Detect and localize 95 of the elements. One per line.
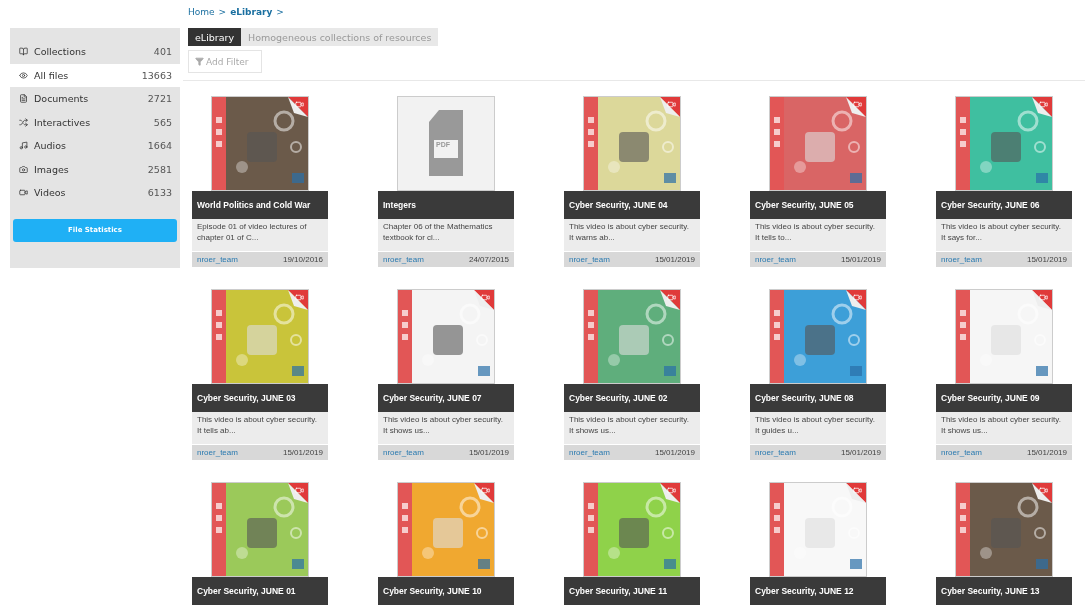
category-count: 565	[153, 116, 172, 128]
video-camera-icon	[1039, 293, 1048, 302]
category-count: 2581	[147, 163, 172, 175]
sidebar-item[interactable]: Images 2581	[10, 157, 180, 181]
video-camera-icon	[667, 100, 676, 109]
video-camera-icon	[853, 293, 862, 302]
card-title[interactable]: Cyber Security, JUNE 02	[564, 384, 700, 412]
card-description: This video is about cyber security. It says for...	[936, 219, 1072, 251]
card-title[interactable]: Cyber Security, JUNE 13	[936, 577, 1072, 605]
author-link[interactable]: nroer_team	[383, 448, 424, 457]
card-description: Episode 01 of video lectures of chapter 01 of C...	[192, 219, 328, 251]
sidebar-item[interactable]: Audios 1664	[10, 134, 180, 158]
card-description: This video is about cyber security. It warns ab...	[564, 219, 700, 251]
video-camera-icon	[295, 100, 304, 109]
video-camera-icon	[481, 486, 490, 495]
card-title[interactable]: Cyber Security, JUNE 12	[750, 577, 886, 605]
breadcrumb-separator: >	[218, 7, 227, 17]
card-title[interactable]: Cyber Security, JUNE 11	[564, 577, 700, 605]
card-title[interactable]: Cyber Security, JUNE 01	[192, 577, 328, 605]
card-date: 15/01/2019	[840, 448, 881, 457]
author-link[interactable]: nroer_team	[383, 255, 424, 264]
video-camera-icon	[667, 293, 676, 302]
card-title[interactable]: Cyber Security, JUNE 04	[564, 191, 700, 219]
author-link[interactable]: nroer_team	[569, 448, 610, 457]
author-link[interactable]: nroer_team	[197, 255, 238, 264]
card-description: This video is about cyber security. It shows us...	[564, 412, 700, 444]
video-camera-icon	[1039, 486, 1048, 495]
category-label: Documents	[34, 93, 90, 105]
card-title[interactable]: Cyber Security, JUNE 07	[378, 384, 514, 412]
category-count: 2721	[147, 93, 172, 105]
card-date: 15/01/2019	[654, 448, 695, 457]
card-description: Chapter 06 of the Mathematics textbook for cl...	[378, 219, 514, 251]
author-link[interactable]: nroer_team	[197, 448, 238, 457]
category-count: 1664	[147, 140, 172, 152]
category-icon	[19, 188, 28, 198]
card-date: 15/01/2019	[282, 448, 323, 457]
author-link[interactable]: nroer_team	[941, 255, 982, 264]
category-icon	[19, 117, 28, 127]
author-link[interactable]: nroer_team	[569, 255, 610, 264]
card-title[interactable]: Integers	[378, 191, 514, 219]
sidebar-item[interactable]: Interactives 565	[10, 110, 180, 134]
card-date: 19/10/2016	[282, 255, 323, 264]
card-date: 15/01/2019	[840, 255, 881, 264]
card-description: This video is about cyber security. It guides u...	[750, 412, 886, 444]
video-camera-icon	[853, 100, 862, 109]
card-description: This video is about cyber security. It shows us...	[378, 412, 514, 444]
card-date: 15/01/2019	[1026, 255, 1067, 264]
video-camera-icon	[295, 486, 304, 495]
breadcrumb-link[interactable]: eLibrary	[230, 7, 273, 17]
category-icon	[19, 164, 28, 174]
sidebar-item[interactable]: All files 13663	[10, 63, 180, 87]
card-description: This video is about cyber security. It tells ab...	[192, 412, 328, 444]
card-title[interactable]: Cyber Security, JUNE 10	[378, 577, 514, 605]
category-count: 13663	[141, 69, 172, 81]
sidebar-item[interactable]: Videos 6133	[10, 181, 180, 205]
filter-icon	[195, 57, 204, 66]
breadcrumb-separator: >	[276, 7, 284, 17]
sidebar-item[interactable]: Documents 2721	[10, 87, 180, 111]
library-subtitle: Homogeneous collections of resources	[241, 28, 439, 46]
video-camera-icon	[1039, 100, 1048, 109]
breadcrumb-link[interactable]: Home	[188, 7, 215, 17]
card-date: 15/01/2019	[468, 448, 509, 457]
category-icon	[19, 47, 28, 57]
video-camera-icon	[853, 486, 862, 495]
author-link[interactable]: nroer_team	[755, 255, 796, 264]
card-date: 15/01/2019	[654, 255, 695, 264]
video-camera-icon	[295, 293, 304, 302]
pdf-file-icon	[429, 110, 463, 176]
category-icon	[19, 141, 28, 151]
author-link[interactable]: nroer_team	[941, 448, 982, 457]
card-title[interactable]: Cyber Security, JUNE 06	[936, 191, 1072, 219]
sidebar-item[interactable]: Collections 401	[10, 40, 180, 64]
category-icon	[19, 94, 28, 104]
video-camera-icon	[481, 293, 490, 302]
card-title[interactable]: World Politics and Cold War	[192, 191, 328, 219]
category-label: Audios	[34, 140, 67, 152]
category-label: Interactives	[34, 116, 92, 128]
category-label: Collections	[34, 46, 87, 58]
card-title[interactable]: Cyber Security, JUNE 08	[750, 384, 886, 412]
category-label: Images	[34, 163, 70, 175]
category-count: 401	[153, 46, 172, 58]
category-count: 6133	[147, 187, 172, 199]
card-description: This video is about cyber security. It tells to...	[750, 219, 886, 251]
category-icon	[19, 70, 28, 80]
author-link[interactable]: nroer_team	[755, 448, 796, 457]
category-label: Videos	[34, 187, 67, 199]
card-title[interactable]: Cyber Security, JUNE 03	[192, 384, 328, 412]
category-label: All files	[34, 69, 70, 81]
library-title: eLibrary	[188, 28, 242, 46]
card-date: 24/07/2015	[468, 255, 509, 264]
card-description: This video is about cyber security. It shows us...	[936, 412, 1072, 444]
card-date: 15/01/2019	[1026, 448, 1067, 457]
video-camera-icon	[667, 486, 676, 495]
card-title[interactable]: Cyber Security, JUNE 05	[750, 191, 886, 219]
card-title[interactable]: Cyber Security, JUNE 09	[936, 384, 1072, 412]
